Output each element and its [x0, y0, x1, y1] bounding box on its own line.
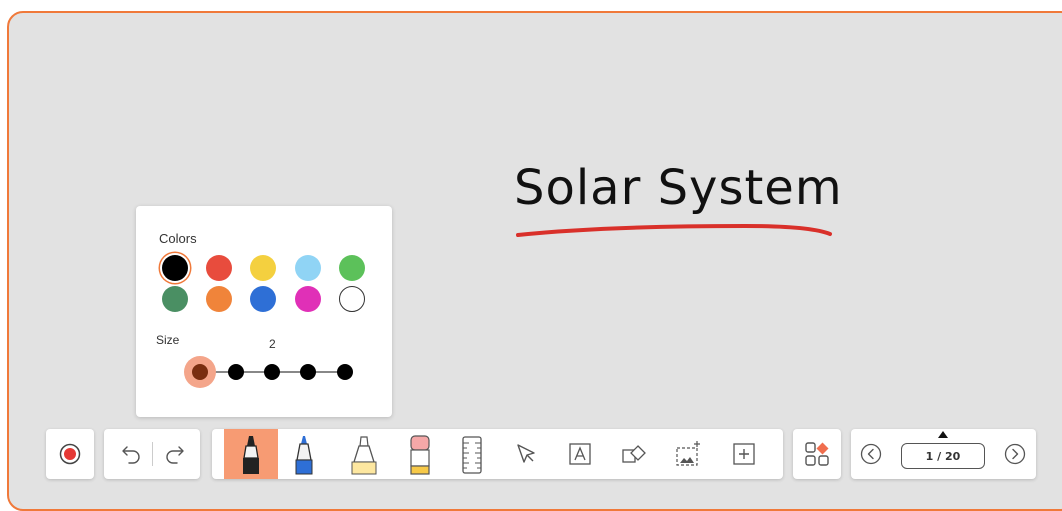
color-swatch-white[interactable] [339, 286, 365, 312]
size-option-3[interactable] [264, 364, 280, 380]
screenshot-icon [676, 441, 700, 466]
record-icon [59, 443, 81, 465]
undo-icon [122, 446, 140, 464]
drawing-tools-group [212, 429, 783, 479]
ruler-icon [462, 436, 482, 474]
apps-button[interactable] [797, 429, 837, 479]
chevron-left-circle-icon [860, 443, 882, 465]
tool-insert[interactable] [724, 429, 764, 479]
pen-icon [295, 436, 313, 475]
color-swatch-red[interactable] [206, 255, 232, 281]
page-indicator[interactable]: 1 / 20 [901, 443, 985, 469]
tool-text[interactable] [560, 429, 600, 479]
redo-icon [166, 446, 184, 464]
size-value: 2 [269, 337, 276, 351]
size-option-5[interactable] [337, 364, 353, 380]
prev-page-button[interactable] [851, 429, 891, 479]
plus-box-icon [733, 443, 755, 465]
apps-grid-icon [805, 442, 829, 466]
pager-group: 1 / 20 [851, 429, 1036, 479]
record-button[interactable] [50, 429, 90, 479]
size-option-2[interactable] [228, 364, 244, 380]
history-group [104, 429, 200, 479]
history-divider [152, 442, 153, 466]
next-page-button[interactable] [995, 429, 1035, 479]
color-swatch-blue[interactable] [250, 286, 276, 312]
shapes-icon [622, 445, 646, 463]
title-underline-stroke [516, 223, 832, 237]
undo-button[interactable] [112, 429, 152, 479]
page-caret-up-icon [938, 431, 948, 438]
tool-screenshot[interactable] [668, 429, 708, 479]
apps-group [793, 429, 841, 479]
size-label: Size [156, 333, 180, 347]
redo-button[interactable] [154, 429, 194, 479]
color-swatch-magenta[interactable] [295, 286, 321, 312]
color-swatch-green[interactable] [339, 255, 365, 281]
color-swatch-orange[interactable] [206, 286, 232, 312]
tool-select[interactable] [506, 429, 546, 479]
highlighter-icon [351, 436, 377, 475]
size-option-1[interactable] [192, 364, 208, 380]
color-swatch-light-blue[interactable] [295, 255, 321, 281]
color-swatch-dark-green[interactable] [162, 286, 188, 312]
eraser-icon [410, 435, 430, 475]
tool-ruler[interactable] [452, 429, 492, 479]
tool-marker[interactable] [224, 429, 278, 479]
pointer-icon [517, 444, 535, 463]
tool-eraser[interactable] [400, 429, 440, 479]
marker-icon [243, 436, 259, 474]
colors-label: Colors [159, 231, 197, 246]
color-swatch-yellow[interactable] [250, 255, 276, 281]
canvas-title-text: Solar System [514, 160, 843, 216]
color-swatch-black[interactable] [162, 255, 188, 281]
chevron-right-circle-icon [1004, 443, 1026, 465]
tool-shapes[interactable] [614, 429, 654, 479]
tool-pen[interactable] [284, 429, 324, 479]
text-box-icon [569, 443, 591, 465]
tool-highlighter[interactable] [344, 429, 384, 479]
size-option-4[interactable] [300, 364, 316, 380]
record-group [46, 429, 94, 479]
